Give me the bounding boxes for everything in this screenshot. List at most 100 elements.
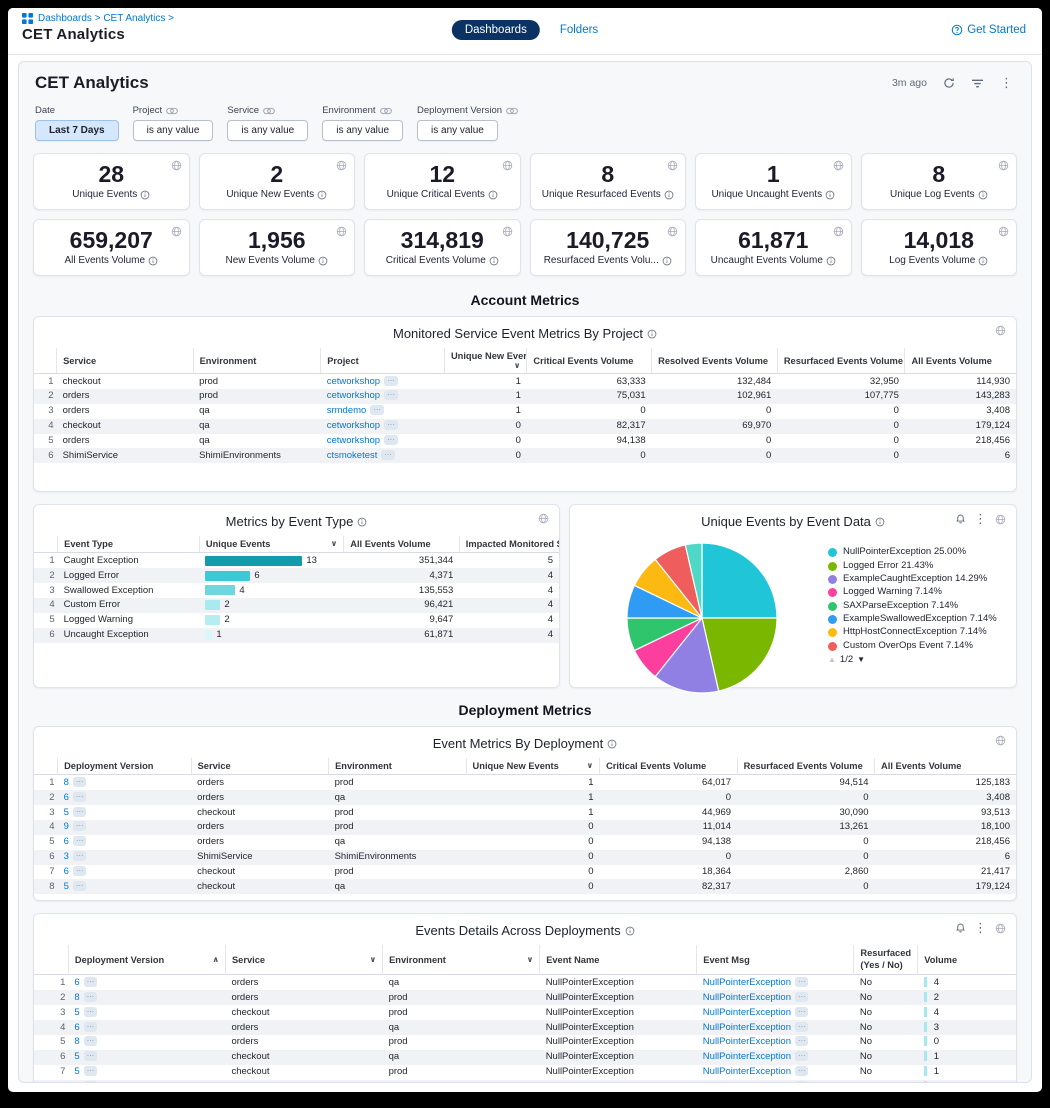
column-header[interactable]: Resolved Events Volume: [652, 348, 778, 374]
more-pill[interactable]: ⋯: [73, 777, 87, 787]
legend-item[interactable]: Logged Error 21.43%: [828, 560, 1006, 572]
sort-icon[interactable]: ∨: [527, 955, 534, 964]
more-pill[interactable]: ⋯: [795, 992, 809, 1002]
filter-value-button[interactable]: is any value: [133, 120, 214, 141]
more-pill[interactable]: ⋯: [384, 376, 398, 386]
filter-value-button[interactable]: is any value: [417, 120, 498, 141]
more-pill[interactable]: ⋯: [84, 1022, 98, 1032]
legend-item[interactable]: Custom OverOps Event 7.14%: [828, 640, 1006, 652]
more-pill[interactable]: ⋯: [795, 1066, 809, 1076]
legend-item[interactable]: ExampleSwallowedException 7.14%: [828, 613, 1006, 625]
more-pill[interactable]: ⋯: [84, 1051, 98, 1061]
column-header[interactable]: Resurfaced Events Volume: [737, 758, 874, 775]
more-pill[interactable]: ⋯: [84, 1081, 98, 1083]
more-pill[interactable]: ⋯: [73, 881, 87, 891]
info-icon[interactable]: [318, 256, 328, 266]
legend-item[interactable]: ExampleCaughtException 14.29%: [828, 573, 1006, 585]
table-link[interactable]: 5: [74, 1007, 79, 1018]
column-header[interactable]: Volume: [918, 945, 1016, 975]
table-link[interactable]: 6: [74, 1081, 79, 1083]
column-header[interactable]: All Events Volume: [344, 536, 460, 553]
column-header[interactable]: All Events Volume: [905, 348, 1016, 374]
filter-value-button[interactable]: Last 7 Days: [35, 120, 119, 141]
more-pill[interactable]: ⋯: [795, 1036, 809, 1046]
table-link[interactable]: 8: [74, 1036, 79, 1047]
table-link[interactable]: 6: [74, 1022, 79, 1033]
more-pill[interactable]: ⋯: [795, 1007, 809, 1017]
column-header[interactable]: Service: [191, 758, 328, 775]
info-icon[interactable]: [978, 190, 988, 200]
table-link[interactable]: NullPointerException: [703, 1051, 791, 1062]
table-link[interactable]: cetworkshop: [327, 390, 380, 401]
more-pill[interactable]: ⋯: [73, 807, 87, 817]
table-link[interactable]: 5: [74, 1066, 79, 1077]
info-icon[interactable]: [488, 190, 498, 200]
table-link[interactable]: NullPointerException: [703, 1022, 791, 1033]
get-started-link[interactable]: Get Started: [951, 24, 1026, 36]
more-pill[interactable]: ⋯: [795, 1022, 809, 1032]
table-link[interactable]: cetworkshop: [327, 435, 380, 446]
column-header[interactable]: Event Msg: [697, 945, 854, 975]
info-icon[interactable]: [664, 190, 674, 200]
table-link[interactable]: NullPointerException: [703, 1081, 791, 1083]
column-header[interactable]: Impacted Monitored Services: [459, 536, 559, 553]
bell-icon[interactable]: [955, 922, 966, 934]
info-icon[interactable]: [662, 256, 672, 266]
column-header[interactable]: Critical Events Volume: [527, 348, 652, 374]
filter-icon[interactable]: [971, 78, 984, 89]
more-pill[interactable]: ⋯: [795, 977, 809, 987]
table-link[interactable]: 6: [64, 866, 69, 877]
info-icon[interactable]: [489, 256, 499, 266]
more-pill[interactable]: ⋯: [84, 992, 98, 1002]
column-header[interactable]: Service: [57, 348, 193, 374]
more-pill[interactable]: ⋯: [384, 420, 398, 430]
info-icon[interactable]: [607, 739, 617, 749]
column-header[interactable]: Event Type: [58, 536, 200, 553]
info-icon[interactable]: [978, 256, 988, 266]
more-menu-icon[interactable]: ⋮: [1000, 78, 1013, 88]
more-pill[interactable]: ⋯: [381, 450, 395, 460]
column-header[interactable]: Service∨: [225, 945, 382, 975]
more-pill[interactable]: ⋯: [73, 792, 87, 802]
info-icon[interactable]: [140, 190, 150, 200]
table-link[interactable]: ctsmoketest: [327, 450, 378, 461]
more-menu-icon[interactable]: ⋮: [974, 923, 987, 933]
more-pill[interactable]: ⋯: [84, 1036, 98, 1046]
table-link[interactable]: 5: [74, 1051, 79, 1062]
column-header[interactable]: Deployment Version∧: [68, 945, 225, 975]
column-header[interactable]: Unique Events∨: [199, 536, 343, 553]
more-pill[interactable]: ⋯: [370, 405, 384, 415]
info-icon[interactable]: [825, 190, 835, 200]
page-up-icon[interactable]: ▲: [828, 655, 836, 664]
legend-item[interactable]: HttpHostConnectException 7.14%: [828, 626, 1006, 638]
more-pill[interactable]: ⋯: [795, 1081, 809, 1083]
column-header[interactable]: Project: [321, 348, 445, 374]
more-pill[interactable]: ⋯: [84, 1007, 98, 1017]
more-pill[interactable]: ⋯: [73, 866, 87, 876]
table-link[interactable]: 8: [64, 777, 69, 788]
legend-item[interactable]: Logged Warning 7.14%: [828, 586, 1006, 598]
column-header[interactable]: Unique New Ever∨: [444, 348, 526, 374]
sort-icon[interactable]: ∨: [514, 361, 521, 370]
column-header[interactable]: Environment: [329, 758, 466, 775]
column-header[interactable]: All Events Volume: [875, 758, 1016, 775]
column-header[interactable]: Event Name: [540, 945, 697, 975]
more-pill[interactable]: ⋯: [384, 390, 398, 400]
tab-folders[interactable]: Folders: [560, 24, 598, 36]
info-icon[interactable]: [625, 926, 635, 936]
table-link[interactable]: 9: [64, 821, 69, 832]
table-link[interactable]: 6: [64, 792, 69, 803]
filter-value-button[interactable]: is any value: [227, 120, 308, 141]
more-menu-icon[interactable]: ⋮: [974, 514, 987, 524]
column-header[interactable]: Environment: [193, 348, 321, 374]
sort-icon[interactable]: ∧: [212, 955, 219, 964]
legend-item[interactable]: NullPointerException 25.00%: [828, 546, 1006, 558]
table-link[interactable]: 5: [64, 881, 69, 892]
info-icon[interactable]: [875, 517, 885, 527]
more-pill[interactable]: ⋯: [73, 821, 87, 831]
table-link[interactable]: cetworkshop: [327, 376, 380, 387]
table-link[interactable]: 6: [74, 977, 79, 988]
sort-icon[interactable]: ∨: [331, 539, 338, 548]
pie-slice[interactable]: [702, 543, 777, 618]
table-link[interactable]: 8: [74, 992, 79, 1003]
